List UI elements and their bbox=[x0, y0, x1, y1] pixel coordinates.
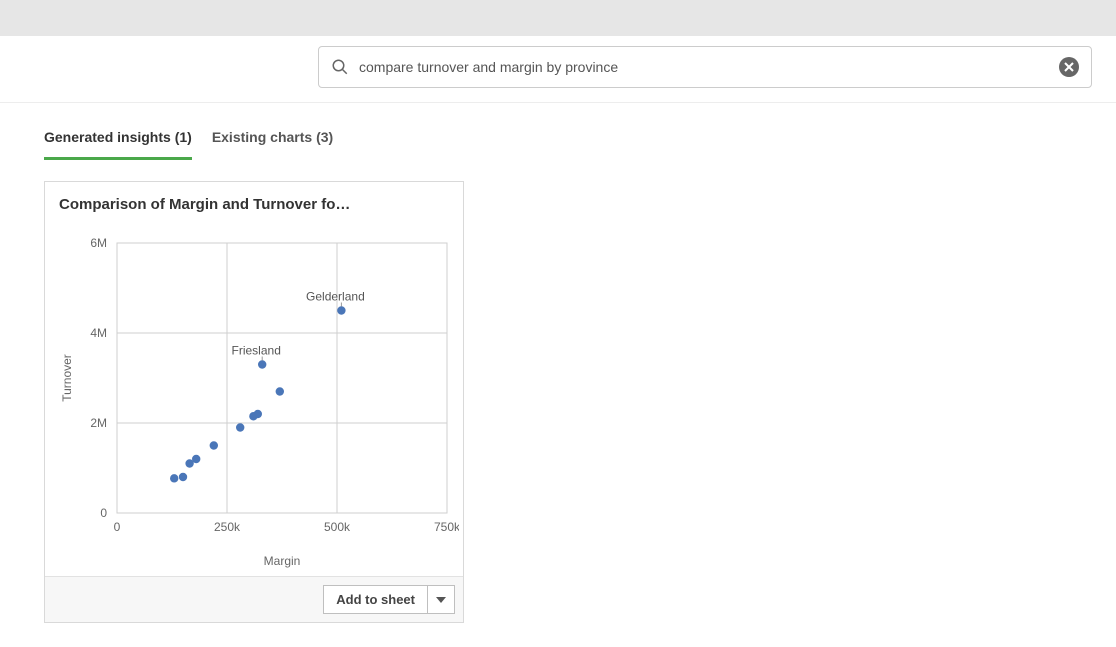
svg-text:0: 0 bbox=[100, 506, 107, 520]
close-icon bbox=[1064, 62, 1074, 72]
window-titlebar bbox=[0, 0, 1116, 36]
search-box[interactable] bbox=[318, 46, 1092, 88]
search-input[interactable] bbox=[359, 59, 1059, 75]
svg-text:0: 0 bbox=[114, 520, 121, 534]
svg-text:4M: 4M bbox=[90, 326, 107, 340]
add-to-sheet-button[interactable]: Add to sheet bbox=[323, 585, 427, 614]
card-title: Comparison of Margin and Turnover fo… bbox=[45, 182, 463, 219]
chart-point-label: Gelderland bbox=[306, 290, 365, 304]
card-footer: Add to sheet bbox=[45, 576, 463, 622]
svg-text:500k: 500k bbox=[324, 520, 351, 534]
insight-card: Comparison of Margin and Turnover fo… 0 2… bbox=[44, 181, 464, 623]
chart-point[interactable] bbox=[236, 423, 244, 431]
tab-generated-insights[interactable]: Generated insights (1) bbox=[44, 121, 192, 160]
chart-point[interactable] bbox=[258, 360, 266, 368]
chevron-down-icon bbox=[436, 597, 446, 603]
chart-point[interactable] bbox=[210, 441, 218, 449]
tab-existing-charts[interactable]: Existing charts (3) bbox=[212, 121, 333, 160]
svg-text:6M: 6M bbox=[90, 236, 107, 250]
tab-bar: Generated insights (1) Existing charts (… bbox=[44, 121, 1072, 161]
chart-point[interactable] bbox=[254, 410, 262, 418]
chart-point[interactable] bbox=[179, 473, 187, 481]
svg-text:Turnover: Turnover bbox=[60, 354, 74, 402]
chart-point[interactable] bbox=[170, 474, 178, 482]
main-content: Generated insights (1) Existing charts (… bbox=[0, 103, 1116, 641]
svg-text:Margin: Margin bbox=[264, 554, 301, 568]
chart-point[interactable] bbox=[192, 455, 200, 463]
chart-point[interactable] bbox=[276, 387, 284, 395]
svg-text:2M: 2M bbox=[90, 416, 107, 430]
svg-text:250k: 250k bbox=[214, 520, 241, 534]
scatter-chart[interactable]: 0 250k 500k 750k 0 2M 4M 6M Margin Turnover Friesl… bbox=[51, 229, 459, 569]
search-icon bbox=[331, 58, 349, 76]
clear-search-button[interactable] bbox=[1059, 57, 1079, 77]
search-bar-area bbox=[0, 36, 1116, 103]
svg-text:750k: 750k bbox=[434, 520, 459, 534]
chart-container: 0 250k 500k 750k 0 2M 4M 6M Margin Turnover Friesl… bbox=[45, 219, 463, 576]
chart-point[interactable] bbox=[337, 306, 345, 314]
chart-point-label: Friesland bbox=[232, 344, 281, 358]
add-to-sheet-dropdown[interactable] bbox=[427, 585, 455, 614]
